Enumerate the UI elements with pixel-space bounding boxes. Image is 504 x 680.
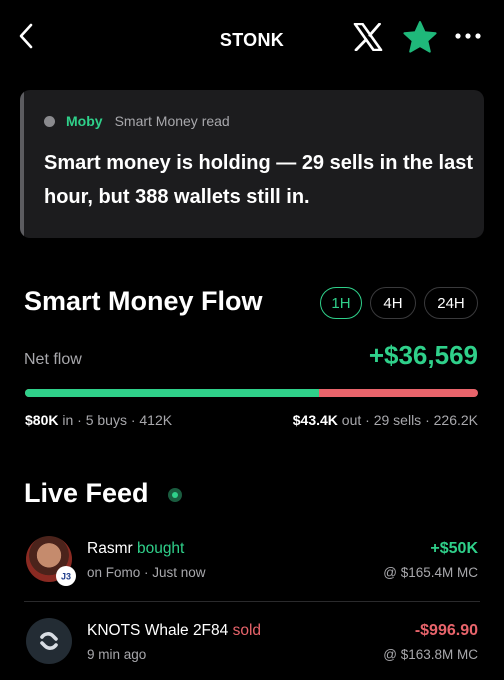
card-text: Smart money is holding — 29 sells in the… xyxy=(44,152,474,208)
card-subtitle: Smart Money read xyxy=(114,113,230,129)
feed-item[interactable]: KNOTS Whale 2F84 sold 9 min ago -$996.90… xyxy=(0,614,504,678)
inflow-detail: in · 5 buys · 412K xyxy=(58,412,173,428)
star-icon xyxy=(403,21,437,53)
inflow-stats: $80K in · 5 buys · 412K xyxy=(25,412,172,428)
outflow-detail: out · 29 sells · 226.2K xyxy=(337,412,478,428)
trader-name: Rasmr xyxy=(87,540,133,557)
feed-item-title: Rasmr bought xyxy=(87,540,184,558)
timeframe-24h-button[interactable]: 24H xyxy=(424,287,478,319)
live-feed-title: Live Feed xyxy=(24,478,149,508)
avatar xyxy=(26,618,72,664)
net-flow-value: +$36,569 xyxy=(368,340,478,370)
x-logo-icon xyxy=(353,23,383,51)
svg-text:J3: J3 xyxy=(61,572,71,582)
top-bar: STONK xyxy=(0,0,504,80)
platform-badge-icon: J3 xyxy=(56,566,76,586)
card-header: Moby Smart Money read xyxy=(44,113,230,129)
card-accent-bar xyxy=(20,90,24,238)
trade-amount: -$996.90 xyxy=(414,622,478,639)
timeframe-1h-button[interactable]: 1H xyxy=(320,287,362,319)
outflow-stats: $43.4K out · 29 sells · 226.2K xyxy=(293,412,478,428)
trade-action: sold xyxy=(232,622,262,639)
knots-logo-icon xyxy=(40,632,58,650)
x-share-button[interactable] xyxy=(352,20,384,54)
flow-ratio-bar xyxy=(25,389,478,397)
feed-item-meta: 9 min ago xyxy=(87,647,147,662)
trade-market-cap: @ $165.4M MC xyxy=(383,565,478,580)
favorite-button[interactable] xyxy=(400,18,440,56)
smart-money-read-card: Moby Smart Money read Smart money is hol… xyxy=(20,90,484,238)
flow-in-fill xyxy=(25,389,320,397)
inflow-amount: $80K xyxy=(25,412,59,428)
trade-amount: +$50K xyxy=(430,540,478,557)
author-dot-icon xyxy=(44,115,55,127)
more-dots-icon xyxy=(455,33,481,39)
more-options-button[interactable] xyxy=(450,22,486,50)
feed-item-meta: on Fomo · Just now xyxy=(87,565,206,580)
trade-market-cap: @ $163.8M MC xyxy=(383,647,478,662)
outflow-amount: $43.4K xyxy=(292,412,338,428)
feed-item[interactable]: J3 Rasmr bought on Fomo · Just now +$50K… xyxy=(0,532,504,596)
feed-item-title: KNOTS Whale 2F84 sold xyxy=(87,622,261,640)
trade-action: bought xyxy=(136,540,185,557)
live-indicator-icon xyxy=(168,488,182,502)
net-flow-label: Net flow xyxy=(24,351,82,368)
card-author: Moby xyxy=(66,113,103,129)
trader-name: KNOTS Whale 2F84 xyxy=(87,622,229,639)
flow-section-title: Smart Money Flow xyxy=(24,286,263,316)
timeframe-4h-button[interactable]: 4H xyxy=(370,287,416,319)
feed-divider xyxy=(24,601,480,602)
